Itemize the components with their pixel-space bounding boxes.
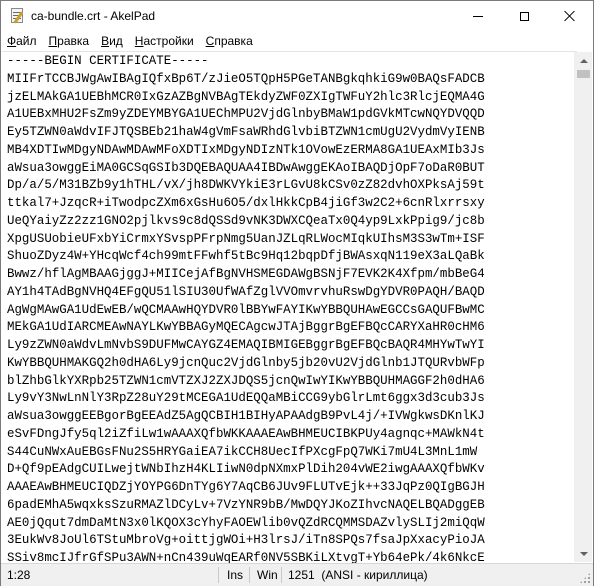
- close-button[interactable]: [547, 1, 593, 31]
- menu-edit[interactable]: Правка: [43, 31, 96, 51]
- menu-file[interactable]: Файл: [1, 31, 43, 51]
- status-newline-format[interactable]: Win: [257, 564, 278, 586]
- editor-line: Dp/a/5/M31BZb9y1hTHL/vX/jh8DWKVYkiE3rLGv…: [7, 178, 485, 193]
- editor-line: MB4XDTIwMDgyNDAwMDAwMFoXDTIxMDgyNDIzNTk1…: [7, 142, 485, 157]
- editor-line: Bwwz/hflAgMBAAGjggJ+MIICejAfBgNVHSMEGDAW…: [7, 267, 485, 281]
- editor-line: Ey5TZWN0aWdvIFJTQSBEb21haW4gVmFsaWRhdGlv…: [7, 125, 485, 139]
- status-divider: [218, 567, 219, 583]
- editor-line: eSvFDngJfy5ql2iZfiLw1wAAAXQfbWKKAAAEAwBH…: [7, 426, 485, 441]
- status-caret-position: 1:28: [7, 568, 31, 582]
- editor-line: 6padEMhA5wqxksSzuRMAZlDCyLv+7VzYNR9bB/Mw…: [7, 497, 485, 512]
- editor-line: aWsua3owggEEBgorBgEEAdZ5AgQCBIH1BIHyAPAA…: [7, 409, 485, 423]
- menu-edit-label: равка: [57, 34, 90, 48]
- editor-line: ShuoZDyz4W+YHcqWcf4ch99mtFFwhf5tBc9Hq12b…: [7, 249, 485, 264]
- menu-file-label: айл: [16, 34, 37, 48]
- status-insert-mode[interactable]: Ins: [227, 564, 243, 586]
- editor-line: AgWgMAwGA1UdEwEB/wQCMAAwHQYDVR0lBBYwFAYI…: [7, 302, 485, 317]
- editor-line: SSiv8mcIJfrGfSPu3AWN+nCn439uWqEARf0NV5SB…: [7, 551, 485, 563]
- chevron-down-icon: [579, 551, 588, 556]
- editor-line: A1UEBxMHU2FsZm9yZDEYMBYGA1UEChMPU2VjdGln…: [7, 107, 485, 122]
- minimize-icon: [473, 15, 483, 17]
- maximize-icon: [519, 11, 529, 21]
- editor-line: aWsua3owggEiMA0GCSqGSIb3DQEBAQUAA4IBDwAw…: [7, 160, 485, 175]
- status-bar: 1:28 Ins Win 1251 (ANSI - кириллица): [1, 563, 593, 586]
- close-icon: [564, 10, 576, 22]
- menu-edit-accesskey: П: [48, 34, 58, 48]
- resize-grip[interactable]: [579, 572, 591, 584]
- editor-line: Ly9zZWN0aWdvLmNvbS9DUFMwCAYGZ4EMAQIBMIGE…: [7, 338, 485, 352]
- editor-line: 3EukWv8JoUl6TStuMbroVg+oittjgWOi+H3lrsJ/…: [7, 533, 485, 548]
- editor-line: MIIFrTCCBJWgAwIBAgIQfxBp6T/zJieO5TQpH5PG…: [7, 71, 485, 86]
- editor-line-begin-certificate: -----BEGIN CERTIFICATE-----: [7, 54, 209, 68]
- title-bar[interactable]: ca-bundle.crt - AkelPad: [1, 1, 593, 31]
- editor-line: AY1h4TAdBgNVHQ4EFgQU51lSIU30UfWAfZglVVOm…: [7, 284, 485, 299]
- menu-settings[interactable]: Настройки: [129, 31, 200, 51]
- menu-help[interactable]: Справка: [200, 31, 259, 51]
- menu-bar: Файл Правка Вид Настройки Справка: [1, 31, 593, 51]
- editor-line: blZhbGlkYXRpb25TZWN1cmVTZXJ2ZXJDQS5jcnQw…: [7, 373, 485, 388]
- menu-view-accesskey: В: [101, 34, 110, 48]
- scrollbar-thumb[interactable]: [577, 70, 590, 78]
- maximize-button[interactable]: [501, 1, 547, 31]
- editor-line: XpgUSUobieUFxbYiCrmxYSvspPFrpNmg5UanJZLq…: [7, 231, 485, 246]
- editor-line: ttkal7+JzqcR+iTwodpcZXm6xGsHu6O5/dxlHkkC…: [7, 196, 485, 210]
- minimize-button[interactable]: [455, 1, 501, 31]
- status-divider: [281, 567, 282, 583]
- window-controls: [455, 1, 593, 31]
- editor-line: AE0jQqut7dmDaMtN3x0lKQOX3cYhyFAOEWlib0vQ…: [7, 515, 485, 530]
- window-title: ca-bundle.crt - AkelPad: [31, 9, 156, 23]
- akelpad-window: ca-bundle.crt - AkelPad Файл Правка Вид …: [0, 0, 594, 586]
- editor-line: jzELMAkGA1UEBhMCR0IxGzAZBgNVBAgTEkdyZWF0…: [7, 89, 485, 104]
- editor-line: AAAEAwBHMEUCIQDZjYOYPG6DnTYg6Y7AqCB6JUv9…: [7, 480, 485, 494]
- menu-view[interactable]: Вид: [95, 31, 129, 51]
- editor-line: UeQYaiyZz2zz1GNO2pjlkvs9c8dQSSd9vNK3DWXC…: [7, 213, 485, 228]
- vertical-scrollbar[interactable]: [574, 52, 592, 562]
- menu-help-label: правка: [214, 34, 253, 48]
- menu-settings-label: астройки: [143, 34, 194, 48]
- editor-line: MEkGA1UdIARCMEAwNAYLKwYBBAGyMQECAgcwJTAj…: [7, 320, 485, 335]
- editor-line: Ly9vY3NwLnNlY3RpZ28uY29tMCEGA1UdEQQaMBiC…: [7, 391, 485, 406]
- status-codepage[interactable]: 1251 (ANSI - кириллица): [288, 564, 428, 586]
- akelpad-app-icon[interactable]: [9, 8, 25, 24]
- menu-file-accesskey: Ф: [7, 34, 17, 48]
- editor-line: S44CuNWxAuEBGsFNu2S5HRYGaiEA7ikCCH8UecIf…: [7, 444, 478, 459]
- menu-view-label: ид: [109, 34, 123, 48]
- scroll-up-button[interactable]: [575, 52, 592, 69]
- scroll-down-button[interactable]: [575, 545, 592, 562]
- chevron-up-icon: [579, 58, 588, 63]
- editor-line: KwYBBQUHMAKGQ2h0dHA6Ly9jcnQuc2VjdGlnby5j…: [7, 355, 485, 370]
- text-editor[interactable]: -----BEGIN CERTIFICATE----- MIIFrTCCBJWgA…: [2, 51, 577, 563]
- editor-line: D+Qf9pEAdgCUILwejtWNbIhzH4KLIiwN0dpNXmxP…: [7, 462, 485, 477]
- status-divider: [249, 567, 250, 583]
